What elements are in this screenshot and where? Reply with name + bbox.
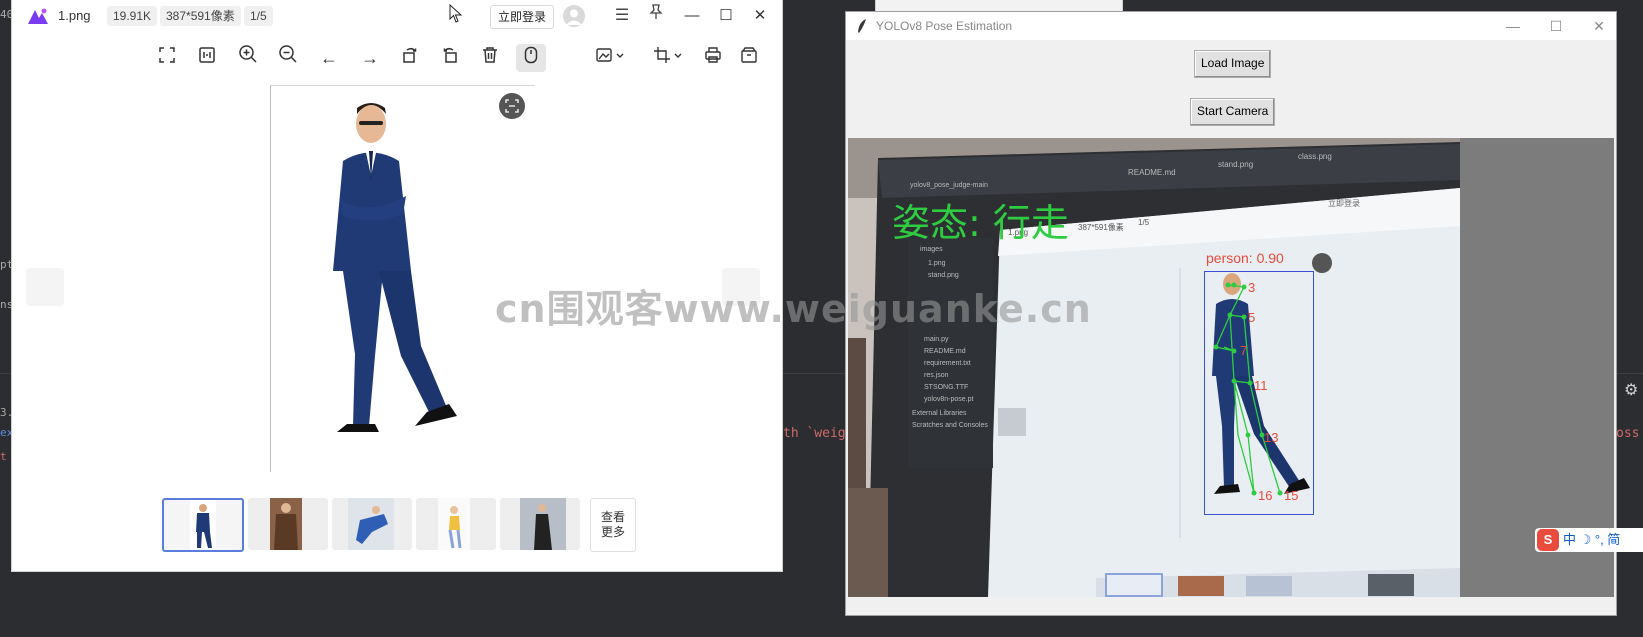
delete-icon[interactable] (475, 44, 505, 72)
inner-dimensions: 387*591像素 (1078, 223, 1124, 232)
zoom-in-icon[interactable] (233, 44, 263, 72)
avatar[interactable] (563, 5, 585, 27)
project-tree-item: 1.png (928, 260, 946, 267)
ide-left-fragment: t (0, 450, 7, 463)
mouse-cursor-icon (444, 3, 468, 28)
project-tree-item: yolov8_pose_judge-main (910, 182, 988, 189)
start-camera-button[interactable]: Start Camera (1190, 98, 1276, 126)
project-tree-item: res.json (924, 372, 949, 379)
inner-page-index: 1/5 (1138, 218, 1150, 227)
project-tree-item: requirement.txt (924, 360, 971, 367)
print-icon[interactable] (698, 44, 728, 72)
crop-icon[interactable] (648, 44, 688, 72)
keypoint-label: 16 (1258, 488, 1273, 503)
view-more-label: 查看 (600, 510, 625, 524)
file-name: 1.png (58, 8, 91, 23)
viewer-toolbar: ← → (12, 36, 782, 76)
project-tree-item: STSONG.TTF (924, 384, 969, 391)
keypoint-label: 3 (1248, 280, 1256, 295)
pose-title-bar: YOLOv8 Pose Estimation — ☐ ✕ (846, 12, 1616, 40)
thumbnail-strip: 查看 更多 (12, 498, 782, 554)
view-more-button[interactable]: 查看 更多 (590, 498, 636, 552)
watermark: cn围观客www.weiguanke.cn (495, 287, 1092, 331)
project-tree-item: main.py (924, 336, 949, 343)
keypoint-label: 11 (1254, 378, 1268, 393)
keypoint-label: 15 (1284, 488, 1299, 503)
minimize-button[interactable]: — (680, 5, 704, 27)
maximize-button[interactable]: ☐ (714, 5, 738, 27)
thumbnail-item[interactable] (162, 498, 244, 552)
menu-icon[interactable]: ☰ (610, 4, 634, 28)
project-tree-item: images (920, 246, 943, 253)
project-tree-item: External Libraries (912, 410, 967, 417)
posture-result-text: 姿态: 行走 (892, 201, 1069, 245)
maximize-button[interactable]: ☐ (1543, 15, 1569, 37)
detection-label: person: 0.90 (1206, 250, 1284, 266)
thumbnail-item[interactable] (500, 498, 580, 550)
previous-image-arrow[interactable] (26, 268, 64, 306)
project-tree-item: README.md (924, 348, 966, 355)
next-icon[interactable]: → (355, 44, 385, 72)
dimensions-badge: 387*591像素 (160, 6, 241, 26)
save-icon[interactable] (734, 44, 764, 72)
minimize-button[interactable]: — (1500, 15, 1526, 37)
pin-icon[interactable] (644, 4, 668, 28)
video-canvas: 1.png 387*591像素 1/5 立即登录 README.md stand… (848, 138, 1614, 597)
ide-console-line: th `weig (783, 426, 846, 441)
page-index-badge: 1/5 (244, 6, 273, 26)
viewer-logo-icon (28, 8, 48, 24)
ime-status-bar[interactable]: S 中 ☽ °, 简 (1535, 528, 1643, 552)
ide-console-line-right: oss (1616, 426, 1640, 441)
edit-image-icon[interactable] (590, 44, 630, 72)
inner-tab: stand.png (1218, 160, 1254, 169)
keypoint-label: 7 (1240, 343, 1248, 358)
rotate-right-icon[interactable] (435, 44, 465, 72)
project-tree-item: yolov8n-pose.pt (924, 396, 974, 403)
window-title: YOLOv8 Pose Estimation (876, 19, 1013, 33)
mouse-icon[interactable] (516, 44, 546, 72)
view-more-label: 更多 (600, 525, 625, 539)
rotate-left-icon[interactable] (395, 44, 425, 72)
login-button[interactable]: 立即登录 (490, 5, 555, 29)
zoom-out-icon[interactable] (273, 44, 303, 72)
fullscreen-icon[interactable] (152, 44, 182, 72)
pose-skeleton (1213, 282, 1283, 496)
project-tree-item: Scratches and Consoles (912, 422, 988, 429)
prev-icon[interactable]: ← (314, 44, 344, 72)
close-button[interactable]: ✕ (1586, 15, 1612, 37)
sogou-logo-icon: S (1537, 529, 1559, 551)
thumbnail-item[interactable] (332, 498, 412, 550)
fit-icon[interactable] (192, 44, 222, 72)
inner-tab: class.png (1298, 152, 1332, 161)
inner-tab: README.md (1128, 168, 1176, 177)
keypoint-label: 5 (1248, 310, 1256, 325)
keypoint-label: 13 (1264, 430, 1279, 445)
feather-icon (858, 19, 866, 33)
load-image-button[interactable]: Load Image (1194, 50, 1272, 78)
ocr-scan-icon[interactable] (499, 93, 525, 119)
close-button[interactable]: ✕ (748, 5, 772, 27)
thumbnail-item[interactable] (248, 498, 328, 550)
gear-icon[interactable]: ⚙ (1624, 380, 1638, 400)
file-size-badge: 19.91K (107, 6, 158, 26)
thumbnail-item[interactable] (416, 498, 496, 550)
camera-frame: 1.png 387*591像素 1/5 立即登录 README.md stand… (848, 138, 1460, 597)
viewer-title-bar: 1.png 19.91K 387*591像素 1/5 立即登录 ☰ — ☐ ✕ (12, 0, 782, 32)
inner-ocr-icon (1312, 253, 1332, 273)
ime-status-text: 中 ☽ °, 简 (1563, 532, 1621, 547)
inner-login: 立即登录 (1328, 199, 1360, 208)
